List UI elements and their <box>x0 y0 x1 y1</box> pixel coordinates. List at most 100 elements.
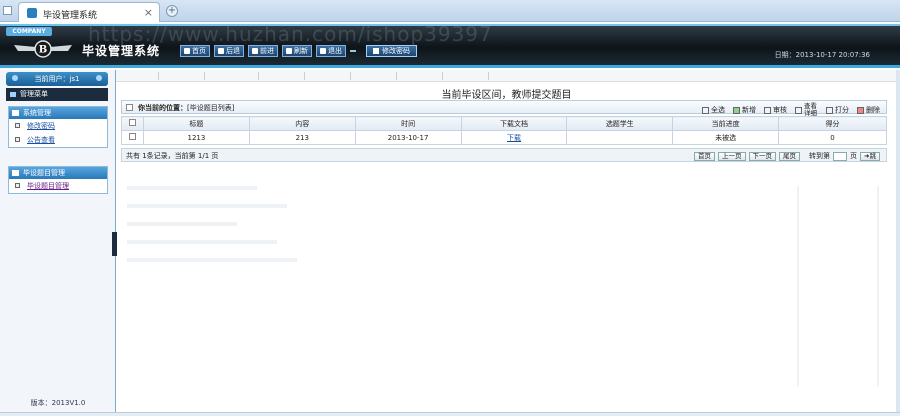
ghost-line <box>797 186 799 386</box>
browser-tab[interactable]: 毕设管理系统 × <box>18 2 160 22</box>
column-header-download: 下载文档 <box>460 116 568 131</box>
pin-icon <box>12 75 18 81</box>
back-icon <box>218 48 224 54</box>
svg-text:B: B <box>39 45 47 56</box>
home-icon <box>184 48 190 54</box>
jump-button[interactable]: ➜跳 <box>860 151 880 161</box>
prev-page-button[interactable]: 上一页 <box>718 151 746 161</box>
ghost-line <box>127 204 287 208</box>
view-detail-button[interactable]: 查看详细 <box>795 103 818 117</box>
browser-tab-title: 毕设管理系统 <box>43 11 98 21</box>
sidebar-item-topic-management[interactable]: 毕设题目管理 <box>9 179 107 193</box>
checkbox-icon <box>702 106 709 114</box>
pin-icon <box>96 75 102 81</box>
ghost-line <box>877 186 879 386</box>
topic-table: 标题 内容 时间 下载文档 选题学生 当前进度 得分 1213 213 2013… <box>121 116 887 145</box>
forward-icon <box>252 48 258 54</box>
list-toolbar: 全选 新增 审核 查看详细 打分 删除 <box>702 103 880 117</box>
ghost-line <box>127 186 257 190</box>
goto-label: 转到第 <box>809 152 831 160</box>
page-number-input[interactable] <box>833 151 848 161</box>
cell-download: 下载 <box>460 130 568 145</box>
modify-password-button[interactable]: 修改密码 <box>366 45 417 57</box>
sidebar-group-topics: 毕设题目管理 毕设题目管理 <box>8 166 108 194</box>
sidebar-group-header[interactable]: 系统管理 <box>9 107 107 119</box>
next-page-button[interactable]: 下一页 <box>748 151 777 161</box>
add-button[interactable]: 新增 <box>733 103 756 117</box>
current-user-bar: 当前用户：js1 <box>6 72 108 86</box>
menu-title: 管理菜单 <box>6 88 108 101</box>
menu-icon <box>10 92 16 97</box>
close-tab-icon[interactable]: × <box>144 6 153 19</box>
home-button[interactable]: 首页 <box>180 45 210 57</box>
main-content: 当前毕设区间，教师提交题目 你当前的位置：[毕设题目列表] 全选 新增 审核 查… <box>117 82 896 414</box>
topic-list-panel: 你当前的位置：[毕设题目列表] 全选 新增 审核 查看详细 打分 删除 标题 内… <box>121 100 887 250</box>
column-header-title: 标题 <box>142 116 250 131</box>
cell-score: 0 <box>778 130 887 145</box>
sidebar-group-header[interactable]: 毕设题目管理 <box>9 167 107 179</box>
divider <box>350 50 356 52</box>
doc-icon <box>15 137 20 142</box>
column-header-content: 内容 <box>248 116 356 131</box>
download-link[interactable]: 下载 <box>507 134 521 142</box>
doc-icon <box>15 183 20 188</box>
breadcrumb-bar: 你当前的位置：[毕设题目列表] 全选 新增 审核 查看详细 打分 删除 <box>121 100 887 117</box>
delete-icon <box>857 106 864 114</box>
breadcrumb: 你当前的位置：[毕设题目列表] <box>138 104 235 112</box>
breadcrumb-checkbox[interactable] <box>126 104 133 111</box>
new-tab-button[interactable]: + <box>166 5 178 17</box>
column-header-time: 时间 <box>354 116 462 131</box>
power-icon <box>320 48 326 54</box>
cell-content: 213 <box>248 130 356 145</box>
doc-icon <box>15 123 20 128</box>
ghost-line <box>127 258 297 262</box>
table-row: 1213 213 2013-10-17 下载 未被选 0 <box>121 130 887 145</box>
watermark: https://www.huzhan.com/ishop39397 <box>88 22 493 46</box>
back-button[interactable]: 后退 <box>214 45 244 57</box>
current-user-label: 当前用户：js1 <box>34 75 80 83</box>
cell-progress: 未被选 <box>672 130 780 145</box>
column-header-progress: 当前进度 <box>672 116 780 131</box>
cell-time: 2013-10-17 <box>354 130 462 145</box>
select-all-button[interactable]: 全选 <box>702 103 725 117</box>
nav-toolbar: 首页 后退 前进 刷新 退出 修改密码 <box>180 45 417 57</box>
ghost-line <box>127 222 237 226</box>
window-edge <box>896 70 900 412</box>
logout-button[interactable]: 退出 <box>316 45 346 57</box>
refresh-button[interactable]: 刷新 <box>282 45 312 57</box>
table-header-row: 标题 内容 时间 下载文档 选题学生 当前进度 得分 <box>121 116 887 131</box>
ghost-line <box>127 240 277 244</box>
refresh-icon <box>286 48 292 54</box>
first-page-button[interactable]: 首页 <box>694 151 716 161</box>
grade-icon <box>826 106 833 114</box>
sidebar: 当前用户：js1 管理菜单 系统管理 修改密码 公告查看 毕设题目管理 毕设题目… <box>0 70 116 414</box>
browser-tab-strip: 毕设管理系统 × + <box>0 0 900 22</box>
sidebar-item-change-password[interactable]: 修改密码 <box>9 119 107 133</box>
folder-icon <box>12 110 19 116</box>
review-button[interactable]: 审核 <box>764 103 787 117</box>
cell-title: 1213 <box>142 130 250 145</box>
datetime-label: 日期：2013-10-17 20:07:36 <box>774 51 870 59</box>
column-header-score: 得分 <box>778 116 887 131</box>
page-unit-label: 页 <box>850 152 858 160</box>
view-icon <box>795 106 802 114</box>
page-title: 当前毕设区间，教师提交题目 <box>441 90 572 101</box>
version-label: 版本：2013V1.0 <box>30 399 86 407</box>
window-icon <box>3 6 12 15</box>
row-checkbox[interactable] <box>121 130 144 145</box>
favicon-icon <box>27 8 37 18</box>
pager-buttons: 首页 上一页 下一页 尾页 转到第 页 ➜跳 <box>694 151 880 161</box>
sidebar-group-system: 系统管理 修改密码 公告查看 <box>8 106 108 148</box>
company-label: COMPANY <box>6 27 52 36</box>
last-page-button[interactable]: 尾页 <box>779 151 801 161</box>
pager-info: 共有 1条记录，当前第 1/1 页 <box>126 152 219 160</box>
bentley-logo-icon: B <box>14 40 72 58</box>
delete-button[interactable]: 删除 <box>857 103 880 117</box>
column-header-student: 选题学生 <box>566 116 674 131</box>
grade-button[interactable]: 打分 <box>826 103 849 117</box>
cell-student <box>566 130 674 145</box>
header-checkbox[interactable] <box>121 116 144 131</box>
add-icon <box>733 106 740 114</box>
sidebar-item-notices[interactable]: 公告查看 <box>9 133 107 147</box>
forward-button[interactable]: 前进 <box>248 45 278 57</box>
